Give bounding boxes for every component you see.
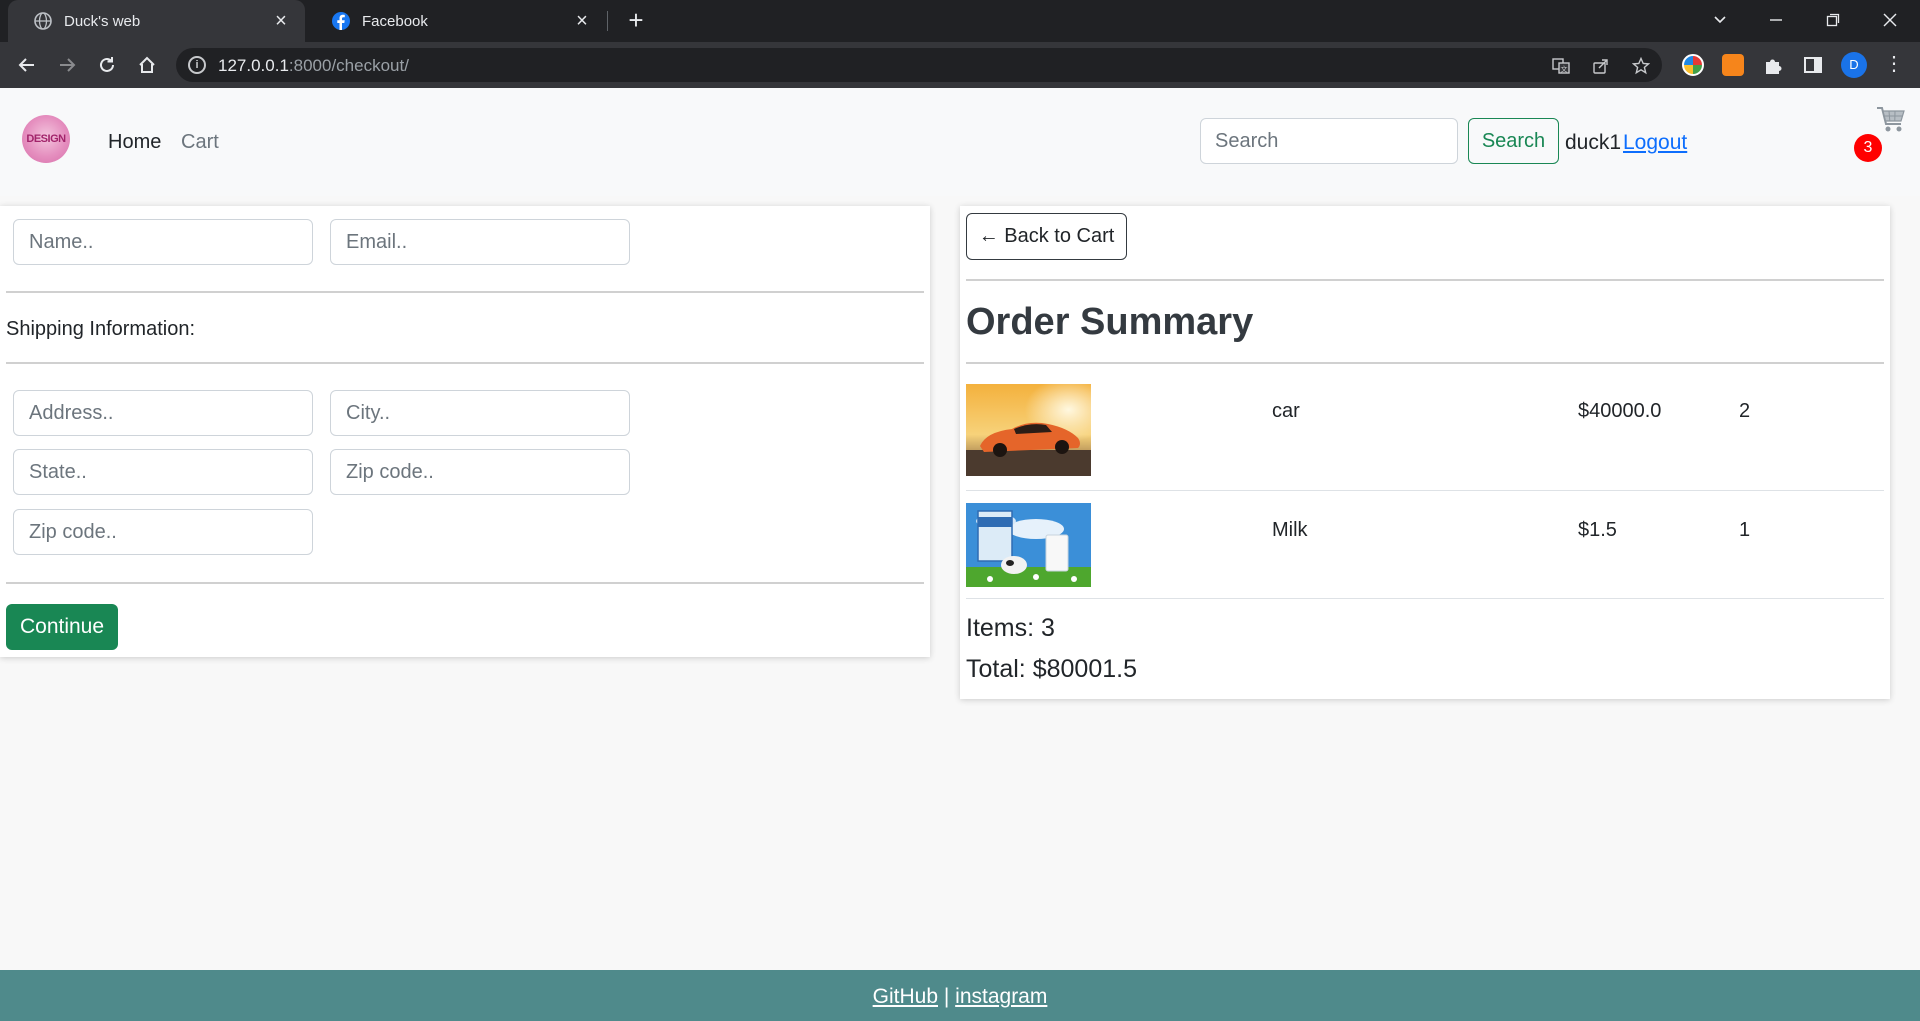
- new-tab-icon[interactable]: +: [622, 7, 650, 35]
- site-footer: GitHub | instagram: [0, 970, 1920, 1021]
- order-summary-title: Order Summary: [966, 301, 1254, 343]
- tab-search-icon[interactable]: [1692, 0, 1748, 42]
- product-name: Milk: [1272, 519, 1308, 541]
- shipping-info-heading: Shipping Information:: [6, 318, 196, 340]
- back-to-cart-button[interactable]: ← Back to Cart: [966, 213, 1127, 260]
- order-total: Total: $80001.5: [966, 655, 1137, 683]
- name-field[interactable]: [13, 219, 313, 265]
- nav-link-home[interactable]: Home: [108, 131, 161, 154]
- site-logo[interactable]: DESIGN: [22, 115, 70, 163]
- product-price: $40000.0: [1578, 400, 1662, 422]
- order-item-row: Milk $1.5 1: [966, 503, 1884, 593]
- extensions-puzzle-icon[interactable]: [1762, 54, 1784, 76]
- state-field[interactable]: [13, 449, 313, 495]
- forward-arrow-icon[interactable]: [52, 50, 82, 80]
- browser-tab-bar: Duck's web × Facebook × +: [0, 0, 1920, 42]
- divider: [6, 291, 924, 293]
- close-tab-icon[interactable]: ×: [271, 10, 291, 33]
- order-item-row: car $40000.0 2: [966, 384, 1884, 496]
- color-extension-icon[interactable]: [1682, 54, 1704, 76]
- row-divider: [966, 490, 1884, 491]
- zip-code-field[interactable]: [330, 449, 630, 495]
- zip-code-field-2[interactable]: [13, 509, 313, 555]
- facebook-icon: [332, 12, 350, 30]
- product-name: car: [1272, 400, 1300, 422]
- browser-toolbar: i 127.0.0.1:8000/checkout/ 文 D ⋮: [0, 42, 1920, 88]
- row-divider: [966, 598, 1884, 599]
- nav-link-cart[interactable]: Cart: [181, 131, 219, 154]
- globe-icon: [34, 12, 52, 30]
- profile-avatar[interactable]: D: [1841, 52, 1867, 78]
- svg-text:文: 文: [1561, 65, 1568, 74]
- shopping-cart-icon[interactable]: [1876, 104, 1906, 134]
- product-quantity: 2: [1739, 400, 1751, 422]
- checkout-form: Shipping Information: Continue: [0, 206, 930, 657]
- city-field[interactable]: [330, 390, 630, 436]
- divider: [966, 279, 1884, 281]
- continue-button[interactable]: Continue: [6, 604, 118, 650]
- items-count: Items: 3: [966, 614, 1055, 642]
- tab-facebook[interactable]: Facebook ×: [306, 0, 606, 42]
- divider: [6, 582, 924, 584]
- bookmark-star-icon[interactable]: [1631, 56, 1651, 75]
- metamask-fox-icon[interactable]: [1722, 54, 1744, 76]
- share-icon[interactable]: [1592, 57, 1610, 75]
- restore-icon[interactable]: [1805, 0, 1861, 42]
- tab-separator: [607, 11, 608, 31]
- github-link[interactable]: GitHub: [873, 985, 938, 1008]
- reload-icon[interactable]: [92, 50, 122, 80]
- divider: [966, 362, 1884, 364]
- address-field[interactable]: [13, 390, 313, 436]
- site-navbar: DESIGN Home Cart Search duck1 Logout 3: [0, 88, 1920, 196]
- back-arrow-icon[interactable]: [12, 50, 42, 80]
- translate-icon[interactable]: 文: [1552, 57, 1570, 75]
- tab-title: Duck's web: [64, 12, 141, 30]
- tab-title: Facebook: [362, 12, 428, 30]
- address-bar[interactable]: i 127.0.0.1:8000/checkout/ 文: [176, 48, 1662, 82]
- site-info-icon[interactable]: i: [188, 56, 206, 74]
- minimize-icon[interactable]: [1748, 0, 1804, 42]
- home-icon[interactable]: [132, 50, 162, 80]
- product-image-milk: [966, 503, 1091, 587]
- product-image-car: [966, 384, 1091, 476]
- search-button[interactable]: Search: [1468, 118, 1559, 164]
- email-field[interactable]: [330, 219, 630, 265]
- tab-ducks-web[interactable]: Duck's web ×: [8, 0, 305, 42]
- divider: [6, 362, 924, 364]
- browser-menu-icon[interactable]: ⋮: [1884, 52, 1904, 78]
- username-label: duck1: [1565, 131, 1622, 154]
- footer-separator: |: [943, 985, 950, 1008]
- url-text: 127.0.0.1:8000/checkout/: [218, 56, 409, 75]
- logout-link[interactable]: Logout: [1623, 131, 1687, 155]
- product-price: $1.5: [1578, 519, 1617, 541]
- cart-count-badge: 3: [1854, 134, 1882, 162]
- close-tab-icon[interactable]: ×: [572, 10, 592, 33]
- order-summary: ← Back to Cart Order Summary car $40000.…: [960, 206, 1890, 699]
- search-input[interactable]: [1200, 118, 1458, 164]
- product-quantity: 1: [1739, 519, 1751, 541]
- instagram-link[interactable]: instagram: [955, 985, 1047, 1008]
- side-panel-icon[interactable]: [1802, 54, 1824, 76]
- close-window-icon[interactable]: [1862, 0, 1918, 42]
